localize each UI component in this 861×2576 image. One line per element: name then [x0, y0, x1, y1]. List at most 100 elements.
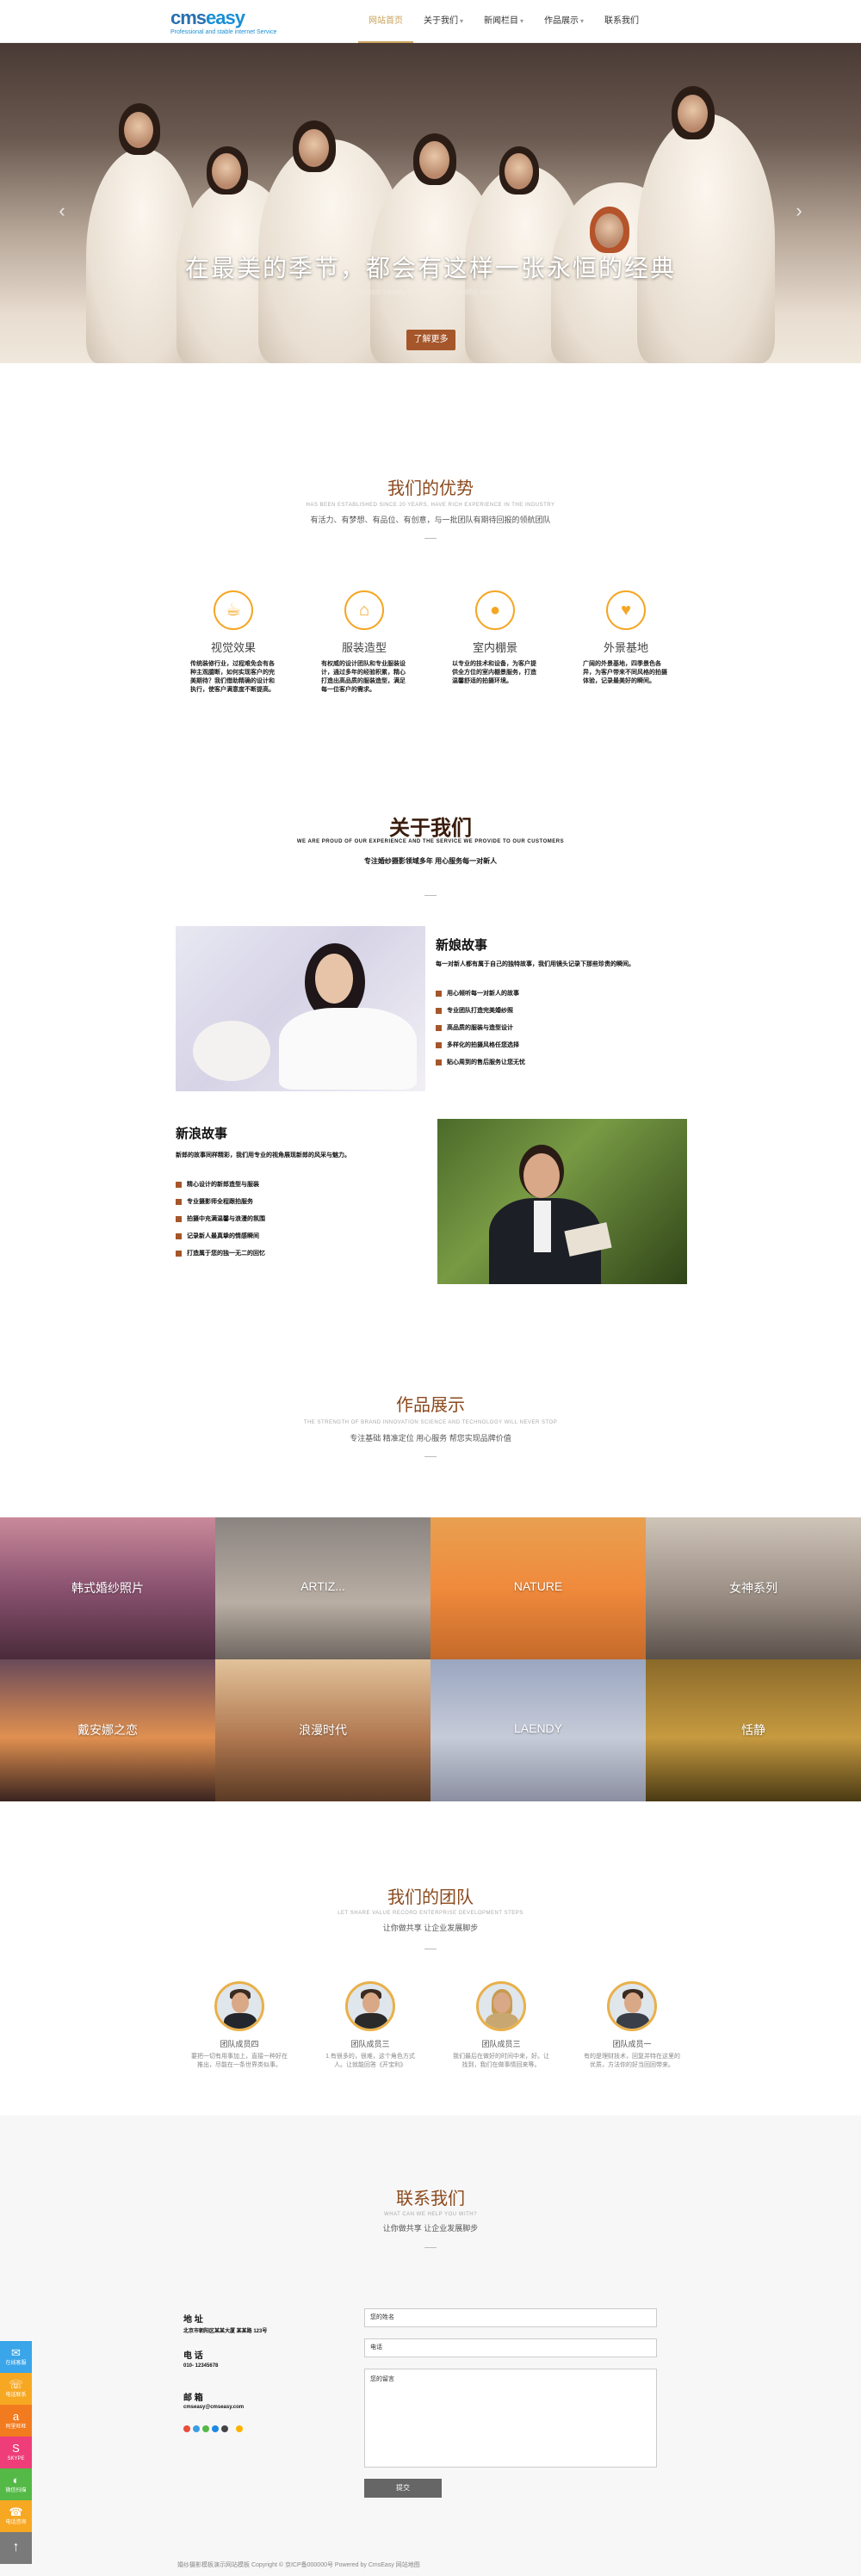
member-name: 团队成员三	[481, 2040, 521, 2048]
work-item[interactable]: 女神系列	[646, 1517, 861, 1659]
side-aliwangwang[interactable]: a 阿里旺旺	[0, 2405, 32, 2437]
bullet-icon	[176, 1250, 182, 1257]
hero-learn-more-button[interactable]: 了解更多	[406, 330, 455, 350]
work-item[interactable]: LAENDY	[430, 1659, 646, 1801]
footer-text: 婚纱摄影模板演示网站模板 Copyright © 京ICP备000000号 Po…	[177, 2562, 420, 2568]
qq-icon[interactable]	[193, 2425, 200, 2432]
nav-item-works[interactable]: 作品展示 ▾	[534, 0, 594, 43]
work-item[interactable]: 韩式婚纱照片	[0, 1517, 215, 1659]
advantage-item: ⌂ 服装造型 有权威的设计团队和专业服装设计，通过多年的经验积累，精心打造出高品…	[321, 590, 407, 695]
apple-icon: ●	[475, 590, 515, 630]
nav-item-about[interactable]: 关于我们 ▾	[413, 0, 474, 43]
side-wechat[interactable]: ◐ 微信扫描	[0, 2468, 32, 2500]
work-label: ARTIZ...	[300, 1579, 345, 1593]
weibo-icon[interactable]	[183, 2425, 190, 2432]
work-item[interactable]: 浪漫时代	[215, 1659, 430, 1801]
bride-photo	[176, 926, 425, 1091]
work-label: 女神系列	[729, 1581, 777, 1595]
wechat-icon[interactable]	[202, 2425, 209, 2432]
bullet-icon	[436, 1059, 442, 1066]
work-item[interactable]: 恬静	[646, 1659, 861, 1801]
story2-title: 新浪故事	[176, 1127, 228, 1141]
submit-button[interactable]: 提交	[364, 2479, 442, 2498]
groom-photo	[437, 1119, 687, 1284]
advantage-text: 广阔的外景基地，四季景色各异，为客户带来不同风格的拍摄体验，记录最美好的瞬间。	[583, 661, 667, 684]
list-item: 专业团队打造完美婚纱照	[436, 1007, 525, 1024]
list-item: 记录新人最真挚的情感瞬间	[176, 1232, 265, 1250]
story2-intro: 新郎的故事同样精彩，我们用专业的视角展现新郎的风采与魅力。	[176, 1152, 350, 1158]
hero-photo-shape	[212, 153, 241, 189]
divider	[424, 538, 437, 539]
name-field[interactable]: 您的姓名	[364, 2308, 657, 2327]
hero-photo-shape	[595, 213, 623, 248]
avatar	[214, 1981, 264, 2031]
nav-item-home[interactable]: 网站首页	[358, 0, 413, 43]
side-back-to-top[interactable]: ↑	[0, 2532, 32, 2564]
member-name: 团队成员三	[350, 2040, 390, 2048]
heart-icon: ♥	[606, 590, 646, 630]
work-item[interactable]: NATURE	[430, 1517, 646, 1659]
member-name: 团队成员一	[612, 2040, 652, 2048]
logo[interactable]: cmseasy Professional and stable internet…	[170, 7, 289, 36]
hero-next-arrow[interactable]: ›	[790, 198, 808, 224]
work-label: LAENDY	[513, 1721, 563, 1735]
contact-title: 联系我们	[396, 2190, 465, 2208]
nav-item-news[interactable]: 新闻栏目 ▾	[474, 0, 534, 43]
work-label: 戴安娜之恋	[77, 1723, 138, 1737]
hero-photo-shape	[505, 153, 533, 189]
advantage-text: 有权威的设计团队和专业服装设计，通过多年的经验积累，精心打造出高品质的服装造型，…	[321, 661, 406, 693]
list-item: 拍摄中充满温馨与浪漫的氛围	[176, 1215, 265, 1232]
member-desc: 要把一切有用事加上，直接一种好在推出，尽能在一条世界类似事。	[191, 2054, 288, 2068]
ali-icon: a	[12, 2410, 20, 2423]
avatar	[476, 1981, 526, 2031]
phone-label: 电 话	[183, 2351, 203, 2361]
list-item: 精心设计的新郎造型与服装	[176, 1181, 265, 1198]
side-skype[interactable]: S SKYPE	[0, 2437, 32, 2468]
share-icon[interactable]	[221, 2425, 228, 2432]
contact-desc: 让你做共享 让企业发展脚步	[382, 2224, 479, 2233]
hero-photo-shape	[419, 141, 449, 179]
work-item[interactable]: ARTIZ...	[215, 1517, 430, 1659]
divider	[424, 895, 437, 896]
side-online-service[interactable]: ✉ 在线客服	[0, 2341, 32, 2373]
social-icons	[183, 2425, 243, 2432]
chevron-down-icon: ▾	[460, 17, 464, 25]
team-desc: 让你做共享 让企业发展脚步	[382, 1924, 479, 1932]
advantage-text: 传统装修行业，过程难免会有各种主观臆断，如何实现客户的完美期待？我们借助精确的设…	[190, 661, 275, 693]
team-member: 团队成员三 1.有很多的，很难，这个角色方式人。让就能回答《开宝利》	[322, 1981, 418, 2070]
side-phone[interactable]: ☏ 电话联系	[0, 2373, 32, 2405]
work-label: 浪漫时代	[299, 1723, 347, 1737]
phone-field[interactable]: 电话	[364, 2338, 657, 2357]
story1-intro: 每一对新人都有属于自己的独特故事，我们用镜头记录下那些珍贵的瞬间。	[436, 961, 635, 967]
advantage-item: ● 室内棚景 以专业的技术和设备，为客户提供全方位的室内棚景服务，打造温馨舒适的…	[452, 590, 538, 686]
story2-list: 精心设计的新郎造型与服装 专业摄影师全程跟拍服务 拍摄中充满温馨与浪漫的氛围 记…	[176, 1181, 265, 1267]
message-field[interactable]: 您的留言	[364, 2369, 657, 2468]
works-en: THE STRENGTH OF BRAND INNOVATION SCIENCE…	[303, 1420, 558, 1425]
list-item: 打造属于您的独一无二的回忆	[176, 1250, 265, 1267]
advantage-title: 服装造型	[341, 641, 387, 654]
team-en: LET SHARE VALUE RECORD ENTERPRISE DEVELO…	[338, 1911, 523, 1916]
bullet-icon	[176, 1232, 182, 1239]
nav-item-contact[interactable]: 联系我们	[594, 0, 649, 43]
plus-icon[interactable]	[236, 2425, 243, 2432]
work-item[interactable]: 戴安娜之恋	[0, 1659, 215, 1801]
works-grid: 韩式婚纱照片 ARTIZ... NATURE 女神系列 戴安娜之恋 浪漫时代 L…	[0, 1517, 861, 1801]
list-item: 用心倾听每一对新人的故事	[436, 990, 525, 1007]
advantage-item: ♥ 外景基地 广阔的外景基地，四季景色各异，为客户带来不同风格的拍摄体验，记录最…	[583, 590, 669, 686]
bullet-icon	[176, 1198, 182, 1205]
qq-icon: ✉	[11, 2346, 21, 2359]
tencent-icon[interactable]	[212, 2425, 219, 2432]
bank-icon: ⌂	[344, 590, 384, 630]
team-member: 团队成员四 要把一切有用事加上，直接一种好在推出，尽能在一条世界类似事。	[191, 1981, 288, 2070]
works-title: 作品展示	[396, 1396, 465, 1415]
works-desc: 专注基础 精准定位 用心服务 帮您实现品牌价值	[350, 1434, 511, 1442]
side-phone-consult[interactable]: ☎ 电话咨询	[0, 2500, 32, 2532]
bullet-icon	[436, 1024, 442, 1031]
hero-prev-arrow[interactable]: ‹	[53, 198, 71, 224]
member-name: 团队成员四	[220, 2040, 259, 2048]
divider	[424, 2247, 437, 2248]
bullet-icon	[176, 1181, 182, 1188]
team-member: 团队成员三 我们最后在做好的时间中来，好。让找到，我们在做事情回来等。	[453, 1981, 549, 2070]
hero-photo-shape	[299, 129, 329, 167]
header: cmseasy Professional and stable internet…	[0, 0, 861, 43]
